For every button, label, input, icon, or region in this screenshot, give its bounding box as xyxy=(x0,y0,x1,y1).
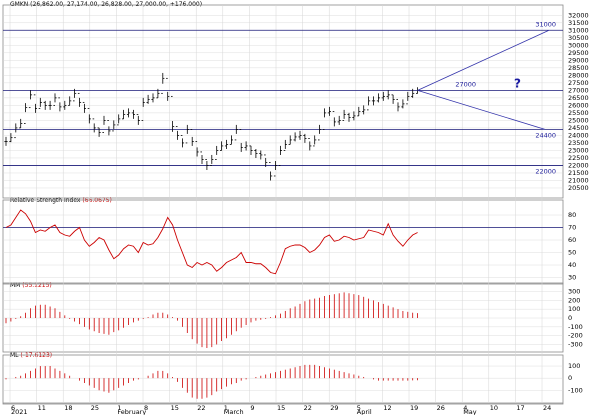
price-y-tick-label: 22500 xyxy=(568,154,589,162)
price-y-tick-label: 23500 xyxy=(568,139,589,147)
x-tick-label: 17 xyxy=(516,404,524,412)
x-tick-label: 22 xyxy=(197,404,205,412)
ml-y-tick-label: 0 xyxy=(568,374,572,382)
mm-y-tick-label: -100 xyxy=(568,323,583,331)
price-y-tick-label: 21000 xyxy=(568,176,589,184)
annotation-27000: 27000 xyxy=(455,80,476,88)
price-y-tick-label: 28000 xyxy=(568,71,589,79)
rsi-y-tick-label: 40 xyxy=(568,261,576,269)
x-tick-label: 15 xyxy=(277,404,285,412)
mm-y-tick-label: 0 xyxy=(568,314,572,322)
rsi-panel-frame xyxy=(2,199,564,285)
annotation-24400: 24400 xyxy=(535,131,556,139)
price-y-tick-label: 31000 xyxy=(568,26,589,34)
ml-y-tick-label: 100 xyxy=(568,362,580,370)
x-month-label: March xyxy=(224,408,244,415)
price-bars xyxy=(4,72,420,181)
price-y-tick-label: 22000 xyxy=(568,161,589,169)
rsi-y-tick-label: 50 xyxy=(568,249,576,257)
x-tick-label: 26 xyxy=(437,404,445,412)
price-y-tick-label: 26000 xyxy=(568,101,589,109)
mm-y-tick-label: -200 xyxy=(568,332,583,340)
ml-panel-frame xyxy=(2,354,564,405)
price-y-tick-label: 21500 xyxy=(568,169,589,177)
mm-panel-frame xyxy=(2,282,564,353)
price-y-tick-label: 25500 xyxy=(568,109,589,117)
mm-y-tick-label: -300 xyxy=(568,340,583,348)
annotation-22000: 22000 xyxy=(535,167,556,175)
x-tick-label: 12 xyxy=(383,404,391,412)
projection-down-line xyxy=(417,89,546,130)
price-panel-frame xyxy=(2,4,564,199)
mm-y-tick-label: 100 xyxy=(568,305,580,313)
price-y-tick-label: 23000 xyxy=(568,146,589,154)
x-tick-label: 19 xyxy=(410,404,418,412)
mm-y-tick-label: 300 xyxy=(568,288,580,296)
annotation-question-mark: ? xyxy=(514,76,521,90)
mm-y-grid xyxy=(3,291,563,345)
rsi-y-tick-label: 30 xyxy=(568,274,576,282)
ml-y-grid xyxy=(3,365,563,391)
price-y-tick-label: 25000 xyxy=(568,116,589,124)
chart-canvas: 2050021000215002200022500230002350024000… xyxy=(2,4,589,415)
x-axis-labels: 6 11 18 25 1 8 15 22 1 9 15 22 29 5 12 19 26 4 10 17 242021 F… xyxy=(11,404,551,415)
price-y-tick-label: 30000 xyxy=(568,41,589,49)
x-month-label: February xyxy=(117,408,146,415)
price-y-tick-label: 29000 xyxy=(568,56,589,64)
price-y-tick-label: 31500 xyxy=(568,19,589,27)
x-tick-label: 10 xyxy=(490,404,498,412)
rsi-y-grid xyxy=(3,214,563,278)
x-tick-label: 18 xyxy=(64,404,72,412)
price-y-tick-label: 27000 xyxy=(568,86,589,94)
price-y-tick-label: 27500 xyxy=(568,79,589,87)
price-y-tick-label: 28500 xyxy=(568,64,589,72)
x-month-label: 2021 xyxy=(11,408,28,415)
price-y-tick-label: 26500 xyxy=(568,94,589,102)
price-y-tick-label: 20500 xyxy=(568,184,589,192)
annotation-31000: 31000 xyxy=(535,20,556,28)
mm-y-tick-label: 200 xyxy=(568,296,580,304)
price-y-tick-label: 32000 xyxy=(568,11,589,19)
rsi-y-tick-label: 70 xyxy=(568,224,576,232)
x-tick-label: 25 xyxy=(91,404,99,412)
x-month-label: April xyxy=(357,408,372,415)
x-tick-label: 22 xyxy=(304,404,312,412)
rsi-y-tick-label: 60 xyxy=(568,236,576,244)
x-tick-label: 11 xyxy=(38,404,46,412)
vertical-grid xyxy=(9,5,543,403)
price-y-grid xyxy=(3,15,563,189)
x-tick-label: 24 xyxy=(543,404,551,412)
price-y-tick-label: 30500 xyxy=(568,34,589,42)
x-tick-label: 15 xyxy=(171,404,179,412)
chart-window: GMKN (26,862.00, 27,174.00, 26,828.00, 2… xyxy=(0,0,590,415)
rsi-y-tick-label: 80 xyxy=(568,211,576,219)
x-month-label: May xyxy=(463,408,477,415)
price-y-tick-label: 24000 xyxy=(568,131,589,139)
price-y-tick-label: 24500 xyxy=(568,124,589,132)
x-tick-label: 9 xyxy=(250,404,254,412)
price-y-tick-label: 29500 xyxy=(568,49,589,57)
x-tick-label: 29 xyxy=(330,404,338,412)
ml-y-tick-label: -100 xyxy=(568,386,583,394)
